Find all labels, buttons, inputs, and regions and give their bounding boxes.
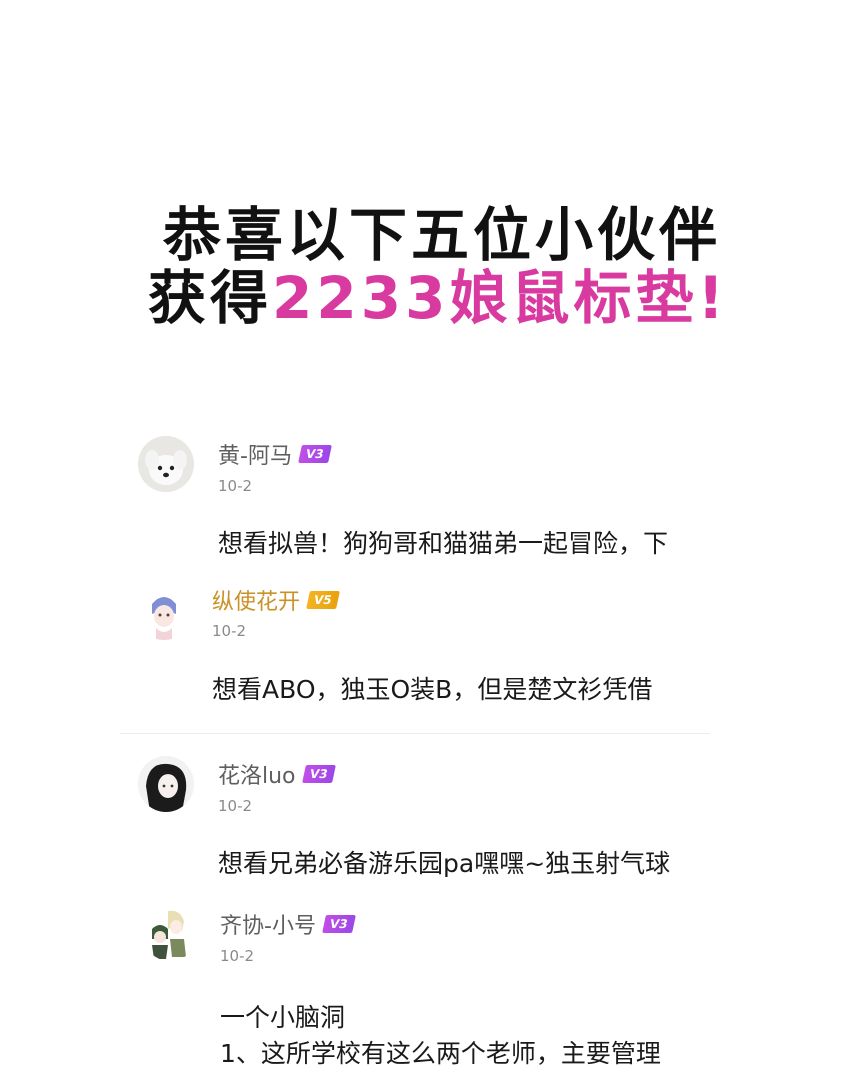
anime-girl-avatar[interactable] xyxy=(136,584,192,640)
comment-date: 10-2 xyxy=(212,622,247,640)
comment-date: 10-2 xyxy=(218,797,253,815)
headline-highlight: 2233娘鼠标垫! xyxy=(272,264,728,332)
level-badge: V5 xyxy=(306,591,340,609)
comment-username[interactable]: 齐协-小号 V3 xyxy=(220,908,356,940)
white-dog-avatar[interactable] xyxy=(138,436,194,492)
username-text: 纵使花开 xyxy=(212,590,301,615)
username-text: 花洛luo xyxy=(218,764,296,789)
comment-date: 10-2 xyxy=(220,947,255,965)
level-badge: V3 xyxy=(301,765,336,783)
comment-date: 10-2 xyxy=(218,477,253,495)
comment-text: 想看拟兽！狗狗哥和猫猫弟一起冒险，下 xyxy=(218,529,669,558)
username-text: 齐协-小号 xyxy=(220,914,316,939)
level-badge: V3 xyxy=(322,915,356,933)
headline-line-1: 恭喜以下五位小伙伴 xyxy=(163,201,722,269)
level-badge: V3 xyxy=(298,445,332,463)
headline-line-2: 获得2233娘鼠标垫! xyxy=(148,263,850,333)
comment-username[interactable]: 纵使花开 V5 xyxy=(212,584,340,616)
anime-duo-avatar[interactable] xyxy=(142,905,198,961)
headline-prefix: 获得 xyxy=(148,264,273,332)
divider xyxy=(120,733,710,734)
comment-text: 想看ABO，独玉O装B，但是楚文衫凭借 xyxy=(212,675,653,704)
comment-text-line-1: 一个小脑洞 xyxy=(220,1003,346,1032)
comment-username[interactable]: 黄-阿马 V3 xyxy=(218,438,332,470)
comment-text-line-2: 1、这所学校有这么两个老师，主要管理 xyxy=(220,1039,661,1068)
comment-username[interactable]: 花洛luo V3 xyxy=(218,758,336,790)
dark-hair-avatar[interactable] xyxy=(138,756,194,812)
username-text: 黄-阿马 xyxy=(218,444,292,469)
comment-text: 想看兄弟必备游乐园pa嘿嘿~独玉射气球 xyxy=(218,849,671,878)
